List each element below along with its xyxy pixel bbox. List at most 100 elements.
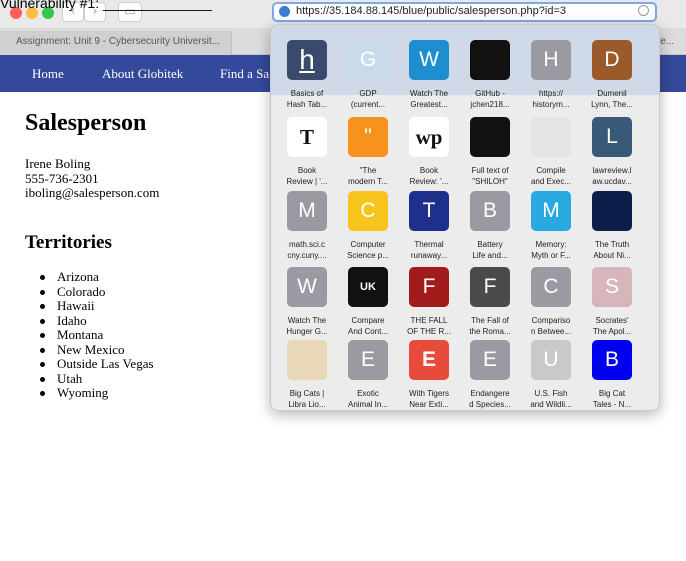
h-logo-icon: h: [287, 40, 327, 80]
favorite-label: Dumenil Lynn, The...: [591, 89, 633, 109]
favorite-tile[interactable]: Compile and Exec...: [520, 117, 582, 189]
favorite-label: GDP (current...: [350, 89, 386, 109]
salesperson-name: Irene Boling: [25, 156, 91, 171]
tab-assignment[interactable]: Assignment: Unit 9 - Cybersecurity Unive…: [0, 31, 232, 55]
favorite-tile[interactable]: B Battery Life and...: [459, 191, 521, 263]
archive-icon: [470, 117, 510, 157]
favorites-popover: h Basics of Hash Tab... G GDP (current... W W…: [270, 24, 660, 411]
reload-icon[interactable]: [638, 5, 649, 16]
letter-e-icon: E: [470, 340, 510, 380]
screenshot-stage: ‹ › ▭ https://35.184.88.145/blue/public/…: [0, 0, 686, 561]
territories-heading: Territories: [25, 232, 112, 253]
favorite-label: Book Review: '...: [409, 166, 449, 186]
favorite-label: Memory: Myth or F...: [531, 240, 571, 260]
gear-icon: [592, 191, 632, 231]
list-item: Outside Las Vegas: [40, 356, 154, 372]
letter-d-icon: D: [592, 40, 632, 80]
list-item: Arizona: [40, 269, 154, 285]
favorite-tile[interactable]: The Truth About Ni...: [581, 191, 643, 263]
list-item: Montana: [40, 327, 154, 343]
favorite-tile[interactable]: F The Fall of the Roma...: [459, 267, 521, 339]
favorite-label: Big Cat Tales - N...: [592, 389, 632, 409]
favorite-label: lawreview.l aw.ucdav...: [592, 166, 632, 186]
favorite-label: https:// historym...: [532, 89, 570, 109]
letter-g-icon: G: [348, 40, 388, 80]
favorite-tile[interactable]: T Thermal runaway...: [398, 191, 460, 263]
letter-e-icon: E: [348, 340, 388, 380]
favorite-label: Full text of "SHILOH": [471, 166, 509, 186]
favorite-tile[interactable]: D Dumenil Lynn, The...: [581, 40, 643, 112]
site-icon: [279, 6, 290, 17]
list-item: Idaho: [40, 313, 154, 329]
compile-icon: [531, 117, 571, 157]
nav-link-home[interactable]: Home: [32, 66, 64, 82]
favorite-label: Socrates' The Apol...: [592, 316, 632, 336]
contact-info: Irene Boling 555-736-2301 iboling@salesp…: [25, 156, 159, 201]
favorite-tile[interactable]: U U.S. Fish and Wildli...: [520, 340, 582, 410]
favorite-label: Exotic Animal In...: [347, 389, 388, 409]
letter-w-icon: W: [287, 267, 327, 307]
favorite-label: Compare And Cont...: [347, 316, 389, 336]
favorite-tile[interactable]: " "The modern T...: [337, 117, 399, 189]
favorite-tile[interactable]: Hhttps:// historym...: [520, 40, 582, 112]
favorite-tile[interactable]: UK Compare And Cont...: [337, 267, 399, 339]
favorite-tile[interactable]: C Computer Science p...: [337, 191, 399, 263]
quote-icon: ": [348, 117, 388, 157]
favorite-tile[interactable]: E Exotic Animal In...: [337, 340, 399, 410]
favorite-label: Battery Life and...: [472, 240, 508, 260]
favorite-tile[interactable]: G GDP (current...: [337, 40, 399, 112]
favorite-tile[interactable]: Llawreview.l aw.ucdav...: [581, 117, 643, 189]
list-item: Utah: [40, 371, 154, 387]
list-item: Colorado: [40, 284, 154, 300]
favorite-tile[interactable]: Mmath.sci.c cny.cuny....: [276, 191, 338, 263]
favorite-label: Endangere d Species...: [469, 389, 511, 409]
letter-s-icon: S: [592, 267, 632, 307]
letter-m-icon: M: [287, 191, 327, 231]
list-item: New Mexico: [40, 342, 154, 358]
letter-u-icon: U: [531, 340, 571, 380]
favorite-tile[interactable]: GitHub - jchen218...: [459, 40, 521, 112]
favorite-tile[interactable]: Full text of "SHILOH": [459, 117, 521, 189]
favorite-label: "The modern T...: [348, 166, 388, 186]
favorite-label: The Truth About Ni...: [593, 240, 631, 260]
favorite-tile[interactable]: C Compariso n Betwee...: [520, 267, 582, 339]
nav-link-find[interactable]: Find a Sa: [220, 66, 269, 82]
favorite-label: Compariso n Betwee...: [530, 316, 572, 336]
address-bar[interactable]: https://35.184.88.145/blue/public/salesp…: [272, 2, 657, 22]
tab-overflow[interactable]: le...: [658, 31, 686, 55]
letter-f-icon: F: [470, 267, 510, 307]
favorite-label: Basics of Hash Tab...: [286, 89, 328, 109]
favorite-label: Compile and Exec...: [530, 166, 572, 186]
favorite-tile[interactable]: T Book Review | '...: [276, 117, 338, 189]
favorite-tile[interactable]: F THE FALL OF THE R...: [398, 267, 460, 339]
favorite-tile[interactable]: W Watch The Hunger G...: [276, 267, 338, 339]
favorite-tile[interactable]: h Basics of Hash Tab...: [276, 40, 338, 112]
favorite-tile[interactable]: Big Cats | Libra Lio...: [276, 340, 338, 410]
favorite-label: Computer Science p...: [347, 240, 389, 260]
nyt-icon: T: [287, 117, 327, 157]
favorite-tile[interactable]: E With Tigers Near Exti...: [398, 340, 460, 410]
favorite-label: math.sci.c cny.cuny....: [287, 240, 327, 260]
letter-b-icon: B: [470, 191, 510, 231]
letter-f-icon: F: [409, 267, 449, 307]
favorite-label: U.S. Fish and Wildli...: [530, 389, 572, 409]
favorite-label: Big Cats | Libra Lio...: [288, 389, 326, 409]
favorite-tile[interactable]: S Socrates' The Apol...: [581, 267, 643, 339]
favorite-tile[interactable]: B Big Cat Tales - N...: [581, 340, 643, 410]
favorite-tile[interactable]: M Memory: Myth or F...: [520, 191, 582, 263]
letter-h-icon: H: [531, 40, 571, 80]
letter-c-icon: C: [531, 267, 571, 307]
favorite-tile[interactable]: E Endangere d Species...: [459, 340, 521, 410]
tab-title: Assignment: Unit 9 - Cybersecurity Unive…: [16, 36, 220, 47]
favorite-label: The Fall of the Roma...: [469, 316, 511, 336]
favorite-tile[interactable]: W Watch The Greatest...: [398, 40, 460, 112]
letter-w-icon: W: [409, 40, 449, 80]
vulnerability-caption: Vulnerability #1: ______________: [0, 0, 212, 11]
nav-link-about[interactable]: About Globitek: [102, 66, 183, 82]
favorite-label: Watch The Greatest...: [409, 89, 449, 109]
favorite-label: Thermal runaway...: [410, 240, 448, 260]
favorite-label: With Tigers Near Exti...: [408, 389, 449, 409]
page-title: Salesperson: [25, 110, 147, 136]
letter-b-icon: B: [592, 340, 632, 380]
favorite-tile[interactable]: wp Book Review: '...: [398, 117, 460, 189]
